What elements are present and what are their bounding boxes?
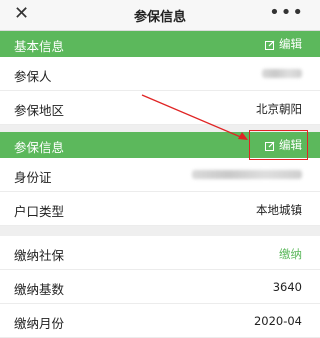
annotation-highlight-box: [249, 130, 308, 160]
annotation-arrow: [141, 94, 248, 140]
